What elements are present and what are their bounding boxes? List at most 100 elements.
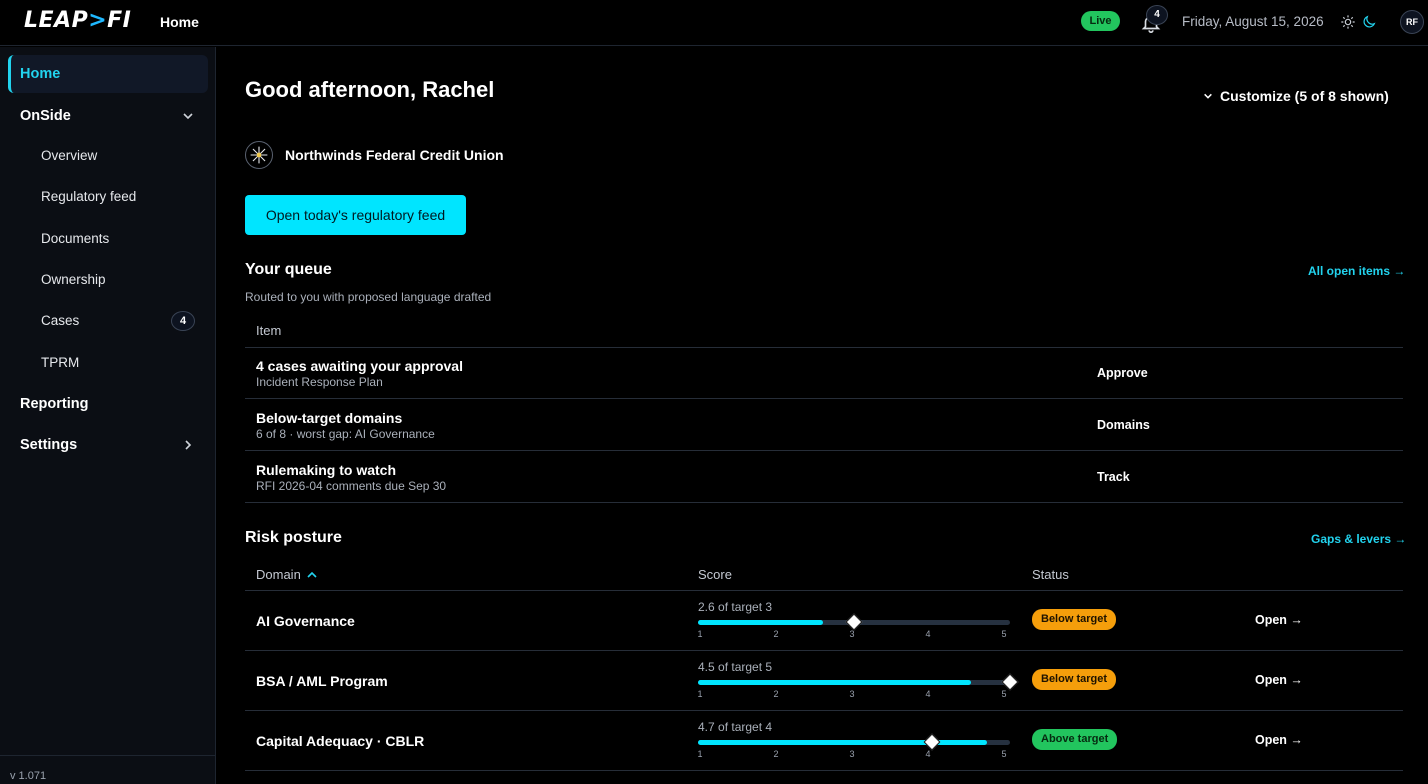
page-title: Good afternoon, Rachel bbox=[245, 77, 495, 102]
sidebar-item-cases[interactable]: Cases bbox=[41, 313, 79, 328]
risk-column-domain[interactable]: Domain bbox=[256, 567, 317, 582]
sidebar-item-ownership[interactable]: Ownership bbox=[41, 272, 106, 287]
avatar[interactable]: RF bbox=[1400, 10, 1424, 34]
risk-column-status: Status bbox=[1032, 567, 1069, 582]
scale-tick-label: 5 bbox=[1001, 749, 1007, 759]
domains-button[interactable]: Domains bbox=[1097, 418, 1150, 432]
divider bbox=[245, 502, 1403, 503]
divider bbox=[245, 450, 1403, 451]
sidebar-item-onside[interactable]: OnSide bbox=[8, 97, 208, 135]
track-button[interactable]: Track bbox=[1097, 470, 1130, 484]
open-link[interactable]: Open → bbox=[1255, 673, 1303, 687]
sidebar-item-settings[interactable]: Settings bbox=[8, 426, 208, 464]
target-marker bbox=[1001, 673, 1019, 691]
queue-title: Your queue bbox=[245, 261, 332, 278]
top-home-link[interactable]: Home bbox=[160, 14, 199, 30]
scale-tick-label: 1 bbox=[697, 629, 703, 639]
scale-tick-label: 3 bbox=[849, 749, 855, 759]
all-open-items-link[interactable]: All open items → bbox=[1308, 264, 1405, 278]
open-link[interactable]: Open → bbox=[1255, 613, 1303, 627]
scale-tick-label: 4 bbox=[925, 629, 931, 639]
org-logo-icon bbox=[245, 141, 273, 169]
live-badge: Live bbox=[1081, 11, 1120, 31]
scale-tick-label: 3 bbox=[849, 629, 855, 639]
divider bbox=[245, 710, 1403, 711]
customize-label: Customize (5 of 8 shown) bbox=[1220, 88, 1389, 104]
sun-icon[interactable] bbox=[1340, 14, 1356, 30]
version-label: v 1.071 bbox=[10, 770, 47, 782]
scale-tick-label: 5 bbox=[1001, 629, 1007, 639]
score-label: 4.5 of target 5 bbox=[698, 660, 773, 674]
score-track bbox=[698, 613, 1010, 631]
scale-tick-label: 5 bbox=[1001, 689, 1007, 699]
score-track bbox=[698, 673, 1019, 691]
sidebar-item-documents[interactable]: Documents bbox=[41, 231, 109, 246]
risk-row-domain[interactable]: BSA / AML Program bbox=[256, 673, 388, 689]
risk-row-domain[interactable]: AI Governance bbox=[256, 613, 355, 629]
logo-chevron: > bbox=[88, 8, 108, 33]
open-regulatory-feed-button[interactable]: Open today's regulatory feed bbox=[245, 195, 466, 235]
scale-tick-label: 1 bbox=[697, 689, 703, 699]
notification-count-badge: 4 bbox=[1146, 5, 1168, 25]
queue-row-sub: Incident Response Plan bbox=[256, 375, 383, 389]
divider bbox=[245, 347, 1403, 348]
divider bbox=[245, 770, 1403, 771]
queue-row-title[interactable]: Below-target domains bbox=[256, 410, 402, 426]
queue-row-sub: 6 of 8 · worst gap: AI Governance bbox=[256, 427, 435, 441]
org-name: Northwinds Federal Credit Union bbox=[285, 147, 504, 163]
sidebar-item-label: Settings bbox=[20, 437, 78, 453]
approve-button[interactable]: Approve bbox=[1097, 366, 1148, 380]
divider bbox=[245, 590, 1403, 591]
scale-tick-label: 2 bbox=[773, 749, 779, 759]
score-label: 2.6 of target 3 bbox=[698, 600, 773, 614]
scale-tick-label: 3 bbox=[849, 689, 855, 699]
logo-text: LEAP bbox=[24, 8, 89, 33]
score-fill bbox=[698, 680, 971, 685]
sort-ascending-icon bbox=[307, 571, 317, 578]
status-badge: Below target bbox=[1032, 609, 1117, 630]
cases-count-badge: 4 bbox=[171, 311, 195, 331]
sidebar: Home OnSide Overview Regulatory feed Doc… bbox=[0, 47, 216, 784]
logo-suffix: FI bbox=[107, 8, 132, 33]
divider bbox=[245, 398, 1403, 399]
sidebar-divider bbox=[0, 755, 215, 756]
scale-tick-label: 1 bbox=[697, 749, 703, 759]
logo[interactable]: LEAP>FI bbox=[24, 8, 131, 33]
sidebar-item-home[interactable]: Home bbox=[8, 55, 208, 93]
chevron-down-icon bbox=[1204, 93, 1212, 99]
risk-column-score: Score bbox=[698, 567, 732, 582]
sidebar-item-label: OnSide bbox=[20, 108, 71, 124]
sidebar-item-regulatory-feed[interactable]: Regulatory feed bbox=[41, 189, 136, 204]
customize-button[interactable]: Customize (5 of 8 shown) bbox=[1202, 88, 1389, 104]
sidebar-item-tprm[interactable]: TPRM bbox=[41, 355, 79, 370]
column-label: Domain bbox=[256, 567, 301, 582]
chevron-right-icon bbox=[185, 440, 192, 450]
scale-tick-label: 4 bbox=[925, 749, 931, 759]
risk-row-domain[interactable]: Capital Adequacy · CBLR bbox=[256, 733, 424, 749]
gaps-levers-link[interactable]: Gaps & levers → bbox=[1311, 532, 1406, 546]
score-label: 4.7 of target 4 bbox=[698, 720, 773, 734]
scale-tick-label: 4 bbox=[925, 689, 931, 699]
queue-column-item: Item bbox=[256, 323, 282, 338]
scale-tick-label: 2 bbox=[773, 689, 779, 699]
status-badge: Above target bbox=[1032, 729, 1118, 750]
queue-row-title[interactable]: Rulemaking to watch bbox=[256, 462, 396, 478]
status-badge: Below target bbox=[1032, 669, 1117, 690]
target-marker bbox=[845, 613, 863, 631]
scale-tick-label: 2 bbox=[773, 629, 779, 639]
top-bar: LEAP>FI Home Live 4 Friday, August 15, 2… bbox=[0, 0, 1428, 46]
score-fill bbox=[698, 740, 987, 745]
queue-row-sub: RFI 2026-04 comments due Sep 30 bbox=[256, 479, 447, 493]
score-track bbox=[698, 733, 1010, 751]
queue-subtitle: Routed to you with proposed language dra… bbox=[245, 290, 492, 304]
target-marker bbox=[923, 733, 941, 751]
sidebar-item-overview[interactable]: Overview bbox=[41, 148, 97, 163]
score-fill bbox=[698, 620, 823, 625]
open-link[interactable]: Open → bbox=[1255, 733, 1303, 747]
current-date: Friday, August 15, 2026 bbox=[1182, 14, 1324, 29]
queue-row-title[interactable]: 4 cases awaiting your approval bbox=[256, 358, 463, 374]
risk-posture-title: Risk posture bbox=[245, 529, 342, 546]
moon-icon[interactable] bbox=[1361, 14, 1377, 30]
sidebar-item-reporting[interactable]: Reporting bbox=[8, 385, 208, 423]
divider bbox=[245, 650, 1403, 651]
